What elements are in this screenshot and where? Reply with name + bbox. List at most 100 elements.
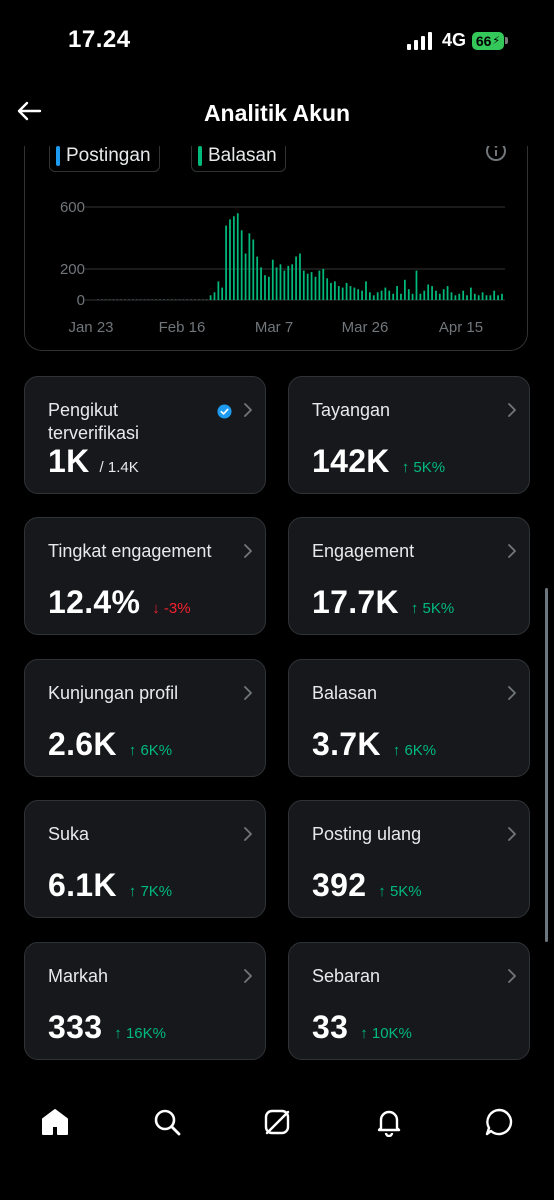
metric-card-pengikut-terverifikasi[interactable]: Pengikut terverifikasi 1K / 1.4K <box>24 376 266 494</box>
chart-bar-balasan[interactable] <box>392 293 395 300</box>
chart-bar-balasan[interactable] <box>334 281 336 300</box>
chart-bar-balasan[interactable] <box>442 289 445 300</box>
chart-bar-balasan[interactable] <box>431 286 433 300</box>
chart-bar-balasan[interactable] <box>198 299 200 300</box>
chart-bar-balasan[interactable] <box>174 299 177 300</box>
chart-bar-balasan[interactable] <box>132 299 134 300</box>
chart-bar-balasan[interactable] <box>458 293 461 300</box>
chart-bar-balasan[interactable] <box>260 267 262 300</box>
chart-bar-balasan[interactable] <box>213 292 216 301</box>
chart-bar-balasan[interactable] <box>163 299 165 300</box>
metric-card-markah[interactable]: Markah 333 ↑ 16K% <box>24 942 266 1060</box>
metric-card-kunjungan-profil[interactable]: Kunjungan profil 2.6K ↑ 6K% <box>24 659 266 777</box>
chart-bar-balasan[interactable] <box>221 287 224 300</box>
chart-bar-balasan[interactable] <box>128 299 130 300</box>
chart-bar-balasan[interactable] <box>473 293 476 300</box>
chart-bar-balasan[interactable] <box>361 290 363 300</box>
metric-card-suka[interactable]: Suka 6.1K ↑ 7K% <box>24 800 266 918</box>
chart-bar-balasan[interactable] <box>182 299 185 300</box>
chart-bar-balasan[interactable] <box>268 276 270 301</box>
chart-bar-balasan[interactable] <box>100 299 103 300</box>
chart-bar-balasan[interactable] <box>194 299 196 300</box>
chart-bar-balasan[interactable] <box>485 295 488 300</box>
chart-bar-balasan[interactable] <box>236 213 239 300</box>
chart-bar-balasan[interactable] <box>438 293 441 300</box>
tab-search[interactable] <box>145 1100 189 1144</box>
chart-bar-balasan[interactable] <box>310 272 313 300</box>
chart-bar-balasan[interactable] <box>326 278 329 300</box>
metric-card-sebaran[interactable]: Sebaran 33 ↑ 10K% <box>288 942 530 1060</box>
chart-bar-balasan[interactable] <box>147 299 150 300</box>
chart-bar-balasan[interactable] <box>108 299 111 300</box>
chart-bar-balasan[interactable] <box>435 290 437 300</box>
chart-bar-balasan[interactable] <box>166 299 169 300</box>
chart-bar-balasan[interactable] <box>477 295 480 300</box>
chart-bar-balasan[interactable] <box>256 256 259 300</box>
chart-bar-balasan[interactable] <box>454 295 457 300</box>
chart-bar-balasan[interactable] <box>419 293 422 300</box>
chart-bar-balasan[interactable] <box>155 299 158 300</box>
chart-bar-balasan[interactable] <box>372 295 375 300</box>
chart-bar-balasan[interactable] <box>357 289 360 300</box>
chart-bar-balasan[interactable] <box>271 259 274 300</box>
chart-bar-balasan[interactable] <box>470 287 472 300</box>
chart-bar-balasan[interactable] <box>178 299 181 300</box>
metric-card-posting-ulang[interactable]: Posting ulang 392 ↑ 5K% <box>288 800 530 918</box>
chart-bar-balasan[interactable] <box>501 293 503 300</box>
metric-card-tayangan[interactable]: Tayangan 142K ↑ 5K% <box>288 376 530 494</box>
chart-bar-balasan[interactable] <box>388 290 391 300</box>
chart-bar-balasan[interactable] <box>337 286 340 300</box>
chart-bar-balasan[interactable] <box>446 286 449 300</box>
chart-bar-balasan[interactable] <box>135 299 138 300</box>
chart-bar-balasan[interactable] <box>287 265 290 300</box>
chart-bar-balasan[interactable] <box>209 295 212 300</box>
metric-card-engagement[interactable]: Engagement 17.7K ↑ 5K% <box>288 517 530 635</box>
chart-bar-balasan[interactable] <box>124 299 126 300</box>
chart-bar-balasan[interactable] <box>143 299 146 300</box>
metric-card-tingkat-engagement[interactable]: Tingkat engagement 12.4% ↓ -3% <box>24 517 266 635</box>
chart-bar-balasan[interactable] <box>384 287 387 300</box>
chart-bar-balasan[interactable] <box>400 293 402 300</box>
chart-bar-balasan[interactable] <box>330 282 332 300</box>
chart-bar-balasan[interactable] <box>396 286 398 300</box>
chart-bar-balasan[interactable] <box>349 286 352 300</box>
chart-bar-balasan[interactable] <box>151 299 154 300</box>
chart-bar-balasan[interactable] <box>205 299 208 300</box>
tab-home[interactable] <box>33 1100 77 1144</box>
scrollbar[interactable] <box>545 588 548 942</box>
tab-notifications[interactable] <box>367 1100 411 1144</box>
chart-bar-balasan[interactable] <box>252 239 255 301</box>
chart-bar-balasan[interactable] <box>217 281 220 300</box>
chart-bar-balasan[interactable] <box>353 287 356 300</box>
chart-bar-balasan[interactable] <box>481 292 484 301</box>
chart-bar-balasan[interactable] <box>306 273 309 301</box>
chart-bar-balasan[interactable] <box>302 270 305 300</box>
chart-bar-balasan[interactable] <box>345 282 348 300</box>
chart-bar-balasan[interactable] <box>186 299 189 300</box>
chart-bar-balasan[interactable] <box>365 281 367 300</box>
chart-bar-balasan[interactable] <box>190 299 193 300</box>
chart-bar-balasan[interactable] <box>415 270 418 300</box>
chart-bar-balasan[interactable] <box>240 230 243 301</box>
chart-bar-balasan[interactable] <box>489 295 492 300</box>
chart-bar-balasan[interactable] <box>264 275 266 300</box>
tab-messages[interactable] <box>477 1100 521 1144</box>
chart-bar-balasan[interactable] <box>314 276 317 301</box>
chart-bar-balasan[interactable] <box>104 299 107 300</box>
chart-bar-balasan[interactable] <box>248 233 251 300</box>
chart-bar-balasan[interactable] <box>116 299 119 300</box>
metric-card-balasan[interactable]: Balasan 3.7K ↑ 6K% <box>288 659 530 777</box>
chart-bar-balasan[interactable] <box>427 284 430 301</box>
chart-bar-balasan[interactable] <box>407 289 410 300</box>
chart-bar-balasan[interactable] <box>493 290 496 300</box>
chart-bar-balasan[interactable] <box>322 269 325 300</box>
chart-bar-balasan[interactable] <box>201 299 204 300</box>
tab-grok[interactable] <box>255 1100 299 1144</box>
chart-bar-balasan[interactable] <box>497 295 499 300</box>
chart-bar-balasan[interactable] <box>423 290 426 300</box>
chart-bar-balasan[interactable] <box>170 299 173 300</box>
chart-bar-balasan[interactable] <box>229 219 231 300</box>
chart-bar-balasan[interactable] <box>225 225 227 300</box>
chart-bar-balasan[interactable] <box>159 299 161 300</box>
chart-bar-balasan[interactable] <box>295 256 297 300</box>
